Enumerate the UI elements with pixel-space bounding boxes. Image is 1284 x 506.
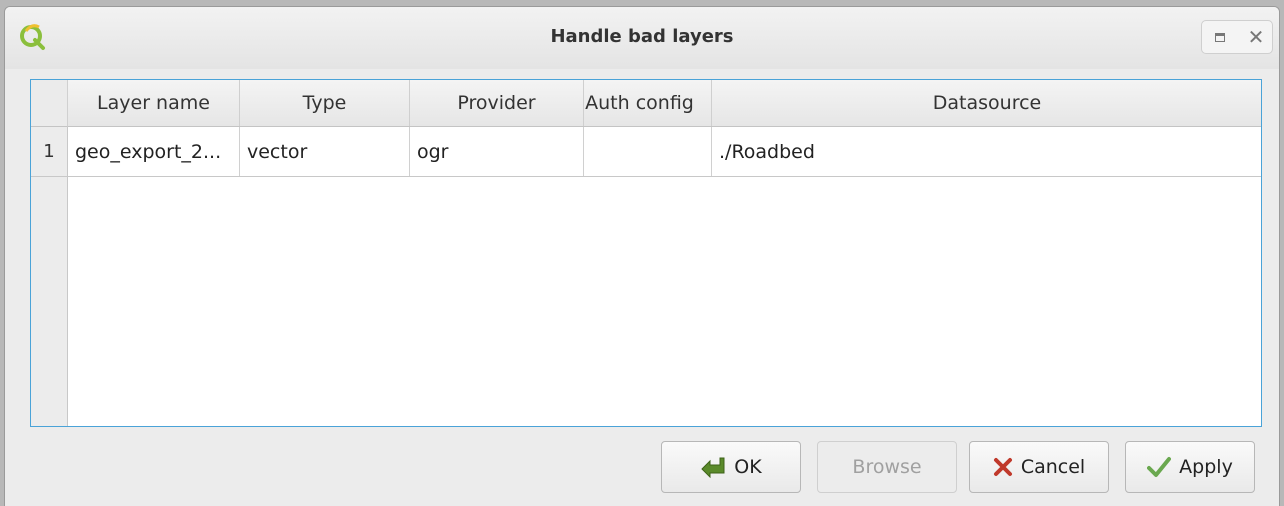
browse-button[interactable]: Browse: [817, 441, 957, 493]
apply-button[interactable]: Apply: [1125, 441, 1255, 493]
window-title: Handle bad layers: [550, 26, 734, 47]
maximize-icon: [1215, 32, 1225, 42]
column-header-layer-name[interactable]: Layer name: [68, 80, 240, 126]
cancel-label: Cancel: [1020, 456, 1086, 478]
row-header-1[interactable]: 1: [31, 127, 68, 177]
ok-button[interactable]: OK: [661, 441, 801, 493]
cancel-button[interactable]: Cancel: [969, 441, 1109, 493]
cell-layer-name[interactable]: geo_export_2...: [68, 127, 240, 176]
browse-label: Browse: [852, 456, 922, 478]
ok-label: OK: [734, 456, 762, 478]
table-corner[interactable]: [31, 80, 68, 127]
close-icon: ✕: [1247, 25, 1265, 49]
cell-datasource[interactable]: ./Roadbed: [712, 127, 1262, 176]
table-header: Layer name Type Provider Auth config Dat…: [68, 80, 1261, 127]
column-header-datasource[interactable]: Datasource: [712, 80, 1262, 126]
cell-auth-config[interactable]: [584, 127, 712, 176]
close-button[interactable]: ✕: [1238, 21, 1274, 53]
column-header-provider[interactable]: Provider: [410, 80, 584, 126]
ok-arrow-icon: [701, 457, 725, 478]
maximize-button[interactable]: [1202, 21, 1238, 53]
bad-layers-table[interactable]: Layer name Type Provider Auth config Dat…: [30, 79, 1262, 427]
title-bar[interactable]: Handle bad layers ✕: [5, 7, 1279, 69]
window-controls: ✕: [1201, 20, 1273, 54]
column-header-auth-config[interactable]: Auth config: [584, 80, 712, 126]
dialog-window: Handle bad layers ✕ Layer name Type Prov…: [4, 6, 1280, 506]
cell-type[interactable]: vector: [240, 127, 410, 176]
cancel-x-icon: [993, 458, 1012, 476]
column-header-type[interactable]: Type: [240, 80, 410, 126]
apply-label: Apply: [1179, 456, 1233, 478]
table-row[interactable]: geo_export_2... vector ogr ./Roadbed: [68, 127, 1261, 177]
checkmark-icon: [1147, 457, 1172, 477]
cell-provider[interactable]: ogr: [410, 127, 584, 176]
